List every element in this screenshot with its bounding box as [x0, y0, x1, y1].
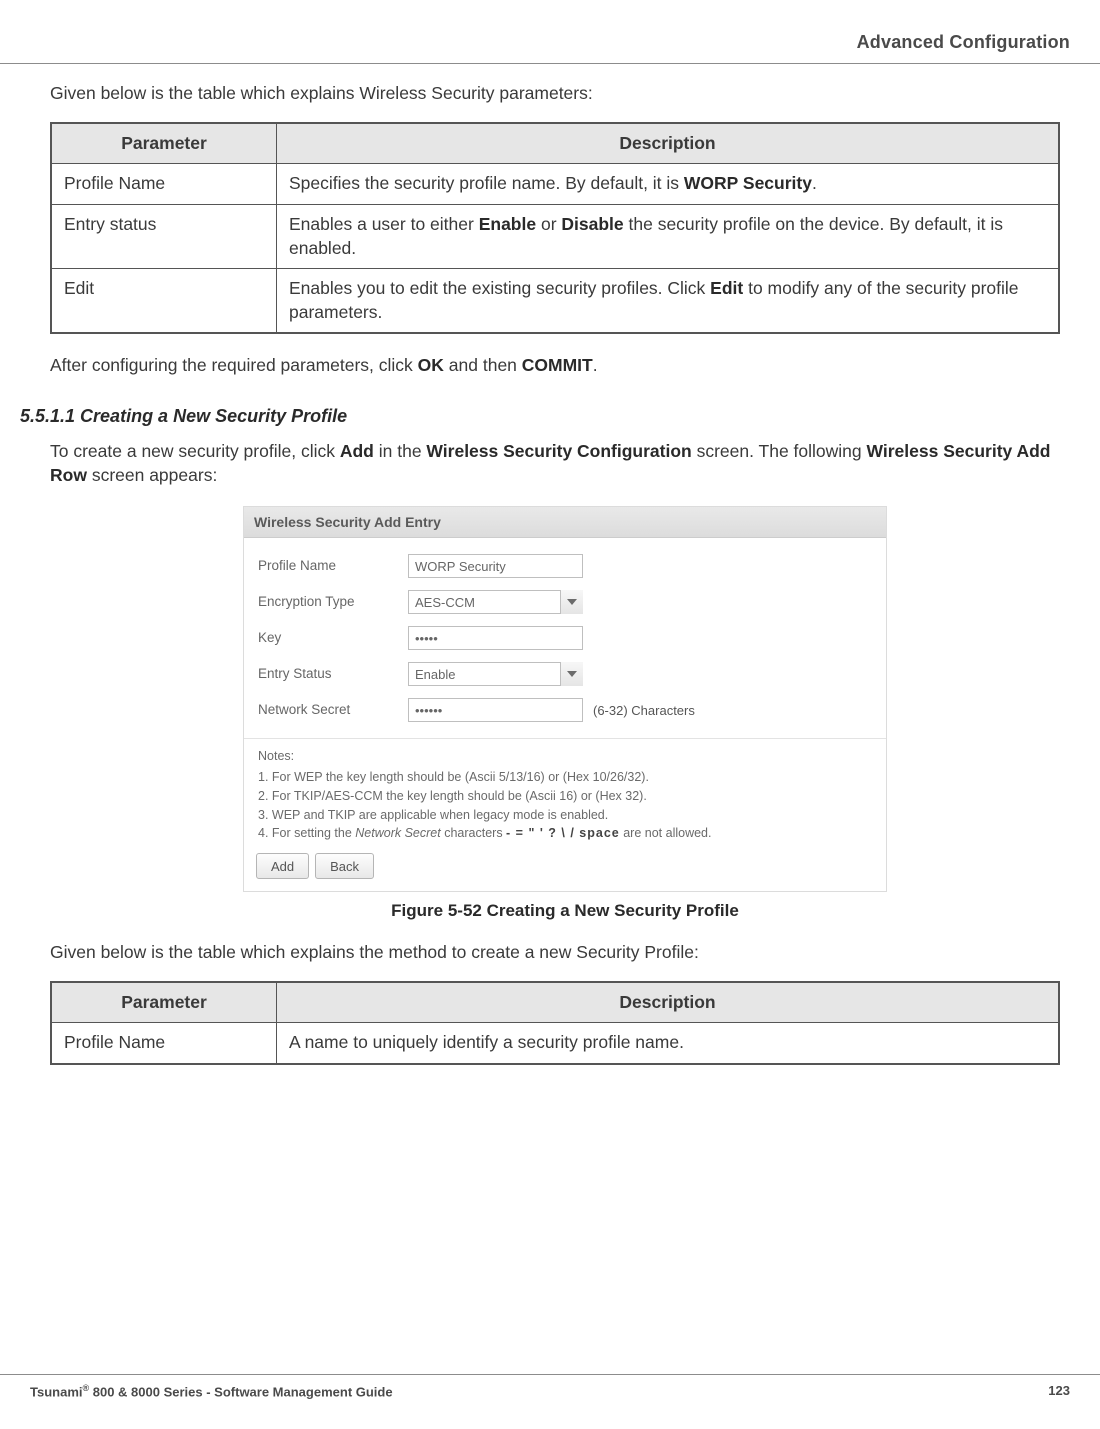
table1-row0-param: Profile Name: [51, 164, 277, 205]
network-secret-hint: (6-32) Characters: [593, 702, 695, 720]
entry-status-select[interactable]: [408, 662, 583, 686]
profile-name-label: Profile Name: [258, 557, 408, 575]
page-footer: Tsunami® 800 & 8000 Series - Software Ma…: [0, 1377, 1100, 1399]
back-button[interactable]: Back: [315, 853, 374, 879]
footer-rule: [0, 1374, 1100, 1375]
profile-name-input[interactable]: [408, 554, 583, 578]
notes-block: Notes: 1. For WEP the key length should …: [244, 738, 886, 845]
key-input[interactable]: [408, 626, 583, 650]
note-line: 4. For setting the Network Secret charac…: [258, 824, 872, 843]
section-paragraph: To create a new security profile, click …: [50, 440, 1080, 487]
page-header: Advanced Configuration: [0, 32, 1100, 63]
header-rule: [0, 63, 1100, 64]
table1-row2-param: Edit: [51, 269, 277, 334]
table1-row1-param: Entry status: [51, 204, 277, 268]
table2-header-param: Parameter: [51, 982, 277, 1023]
panel-title: Wireless Security Add Entry: [244, 507, 886, 539]
network-secret-input[interactable]: [408, 698, 583, 722]
note-line: 2. For TKIP/AES-CCM the key length shoul…: [258, 787, 872, 806]
table-row: Profile Name Specifies the security prof…: [51, 164, 1059, 205]
table2-header-desc: Description: [277, 982, 1060, 1023]
add-button[interactable]: Add: [256, 853, 309, 879]
section-heading: 5.5.1.1 Creating a New Security Profile: [20, 404, 1080, 428]
parameters-table-1: Parameter Description Profile Name Speci…: [50, 122, 1060, 335]
encryption-type-label: Encryption Type: [258, 593, 408, 611]
footer-left: Tsunami® 800 & 8000 Series - Software Ma…: [30, 1383, 393, 1399]
table-row: Edit Enables you to edit the existing se…: [51, 269, 1059, 334]
wireless-security-add-panel: Wireless Security Add Entry Profile Name…: [243, 506, 887, 893]
table1-row1-desc: Enables a user to either Enable or Disab…: [277, 204, 1060, 268]
note-line: 1. For WEP the key length should be (Asc…: [258, 768, 872, 787]
page-number: 123: [1048, 1383, 1070, 1399]
intro-paragraph-2: Given below is the table which explains …: [50, 941, 1080, 965]
key-label: Key: [258, 629, 408, 647]
table1-header-desc: Description: [277, 123, 1060, 164]
table2-row0-desc: A name to uniquely identify a security p…: [277, 1023, 1060, 1064]
table1-row2-desc: Enables you to edit the existing securit…: [277, 269, 1060, 334]
table1-row0-desc: Specifies the security profile name. By …: [277, 164, 1060, 205]
table-row: Entry status Enables a user to either En…: [51, 204, 1059, 268]
entry-status-label: Entry Status: [258, 665, 408, 683]
intro-paragraph-1: Given below is the table which explains …: [50, 82, 1080, 106]
figure-caption: Figure 5-52 Creating a New Security Prof…: [50, 900, 1080, 923]
parameters-table-2: Parameter Description Profile Name A nam…: [50, 981, 1060, 1065]
encryption-type-select[interactable]: [408, 590, 583, 614]
table-row: Profile Name A name to uniquely identify…: [51, 1023, 1059, 1064]
note-line: 3. WEP and TKIP are applicable when lega…: [258, 806, 872, 825]
table1-header-param: Parameter: [51, 123, 277, 164]
post-table-paragraph: After configuring the required parameter…: [50, 354, 1080, 378]
notes-label: Notes:: [258, 747, 872, 766]
table2-row0-param: Profile Name: [51, 1023, 277, 1064]
network-secret-label: Network Secret: [258, 701, 408, 719]
